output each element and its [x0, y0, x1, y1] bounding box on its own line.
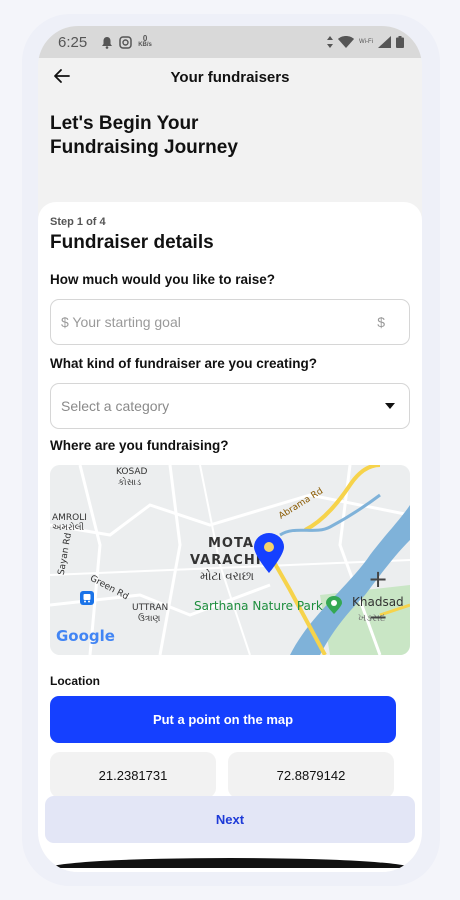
chevron-down-icon: [385, 403, 395, 409]
app-header: Your fundraisers: [38, 58, 422, 96]
map-label-sarthana-park: Sarthana Nature Park: [194, 599, 323, 613]
status-bar: 6:25 0 KB/s Wi-Fi: [38, 26, 422, 58]
hero-title-line1: Let's Begin Your: [50, 113, 199, 134]
map-label-mota: MOTA: [208, 536, 254, 551]
signal-icon: [378, 36, 391, 48]
goal-placeholder: $ Your starting goal: [61, 314, 181, 330]
longitude-field[interactable]: 72.8879142: [228, 752, 394, 798]
wifi-icon: [338, 36, 354, 48]
map-label-amroli-gu: અમરોલી: [52, 523, 85, 533]
category-question: What kind of fundraiser are you creating…: [50, 356, 318, 371]
instagram-icon: [119, 35, 132, 49]
map-label-mota-varachha-gu: મોટા વરાછા: [200, 569, 255, 583]
header-title: Your fundraisers: [170, 68, 290, 86]
notification-bell-icon: [102, 36, 113, 49]
location-map[interactable]: KOSAD કોસાડ AMROLI અમરોલી Sayan Rd Abram…: [50, 465, 410, 655]
put-point-on-map-button[interactable]: Put a point on the map: [50, 696, 396, 743]
status-time: 6:25: [58, 33, 88, 51]
step-indicator: Step 1 of 4: [50, 216, 106, 228]
next-button[interactable]: Next: [45, 796, 415, 843]
status-icons-left: 0 KB/s: [101, 35, 152, 49]
goal-question: How much would you like to raise?: [50, 272, 276, 287]
map-label-kosad: KOSAD: [116, 467, 148, 477]
battery-icon: [396, 36, 404, 48]
location-label: Location: [50, 674, 100, 688]
goal-input[interactable]: $ Your starting goal $: [50, 299, 410, 345]
net-speed-unit: KB/s: [138, 42, 152, 48]
google-logo: Google: [56, 627, 115, 645]
map-label-uttran-gu: ઉત્રાણ: [138, 614, 161, 624]
wifi-label: Wi-Fi: [359, 39, 373, 45]
transit-station-icon: [80, 591, 94, 605]
map-label-uttran: UTTRAN: [132, 603, 169, 613]
location-pin-icon[interactable]: [254, 533, 284, 573]
location-question: Where are you fundraising?: [50, 438, 229, 453]
phone-screen: 6:25 0 KB/s Wi-Fi Your fundraisers Let's…: [38, 26, 422, 872]
zoom-in-button[interactable]: +: [368, 567, 388, 591]
hero-title: Let's Begin Your Fundraising Journey: [50, 112, 350, 160]
latitude-field[interactable]: 21.2381731: [50, 752, 216, 798]
park-pin-icon: [326, 596, 342, 614]
fundraiser-details-card: Step 1 of 4 Fundraiser details How much …: [38, 202, 422, 872]
back-arrow-icon[interactable]: [52, 66, 72, 86]
net-speed-value: 0: [142, 34, 148, 43]
map-label-amroli: AMROLI: [52, 513, 87, 523]
status-icons-right: Wi-Fi: [327, 36, 404, 48]
zoom-out-button[interactable]: −: [368, 605, 388, 629]
section-title: Fundraiser details: [50, 232, 214, 253]
category-select[interactable]: Select a category: [50, 383, 410, 429]
data-transfer-icon: [327, 36, 333, 48]
map-label-kosad-gu: કોસાડ: [118, 478, 142, 488]
category-placeholder: Select a category: [61, 398, 170, 414]
currency-suffix: $: [377, 314, 385, 330]
hero-title-line2: Fundraising Journey: [50, 137, 238, 158]
net-speed-indicator: 0 KB/s: [138, 35, 152, 49]
bottom-sheet-edge: [50, 858, 410, 868]
